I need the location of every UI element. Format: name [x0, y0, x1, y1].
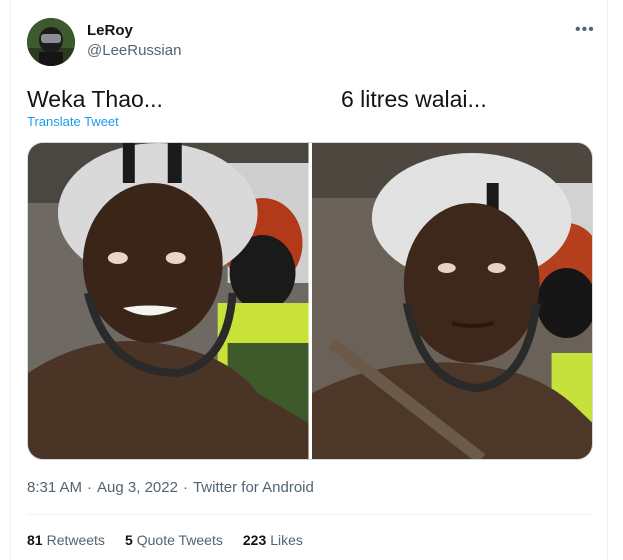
- photo-left[interactable]: [28, 143, 309, 459]
- retweets-count: 81: [27, 532, 43, 548]
- quote-tweets-count: 5: [124, 532, 133, 548]
- likes-label: Likes: [270, 532, 303, 548]
- translate-tweet-link[interactable]: Translate Tweet: [27, 114, 119, 129]
- user-name[interactable]: LeRoy: [87, 22, 133, 39]
- tweet-text-right: 6 litres walai...: [341, 86, 487, 112]
- likes-stat[interactable]: 223 Likes: [243, 532, 303, 548]
- retweets-label: Retweets: [46, 532, 105, 548]
- tweet-source[interactable]: Twitter for Android: [193, 479, 314, 496]
- ellipsis-icon[interactable]: •••: [575, 22, 595, 38]
- avatar-image: [27, 18, 75, 66]
- retweets-stat[interactable]: 81 Retweets: [27, 532, 105, 548]
- meta-separator: ·: [182, 479, 188, 496]
- tweet-time[interactable]: 8:31 AM: [27, 479, 82, 496]
- tweet-meta: 8:31 AM · Aug 3, 2022 · Twitter for Android: [27, 479, 314, 496]
- tweet-text-left: Weka Thao...: [27, 86, 163, 112]
- likes-count: 223: [242, 532, 267, 548]
- quote-tweets-label: Quote Tweets: [136, 532, 223, 548]
- tweet-stats: 81 Retweets 5 Quote Tweets 223 Likes: [27, 532, 303, 548]
- divider: [27, 514, 593, 515]
- meta-separator: ·: [87, 479, 93, 496]
- user-handle[interactable]: @LeeRussian: [87, 42, 181, 59]
- quote-tweets-stat[interactable]: 5 Quote Tweets: [125, 532, 223, 548]
- photo-left-image: [28, 143, 309, 459]
- media-gallery: [27, 142, 593, 460]
- photo-right-image: [311, 143, 592, 459]
- photo-right[interactable]: [311, 143, 592, 459]
- tweet-date[interactable]: Aug 3, 2022: [97, 479, 178, 496]
- avatar[interactable]: [27, 18, 75, 66]
